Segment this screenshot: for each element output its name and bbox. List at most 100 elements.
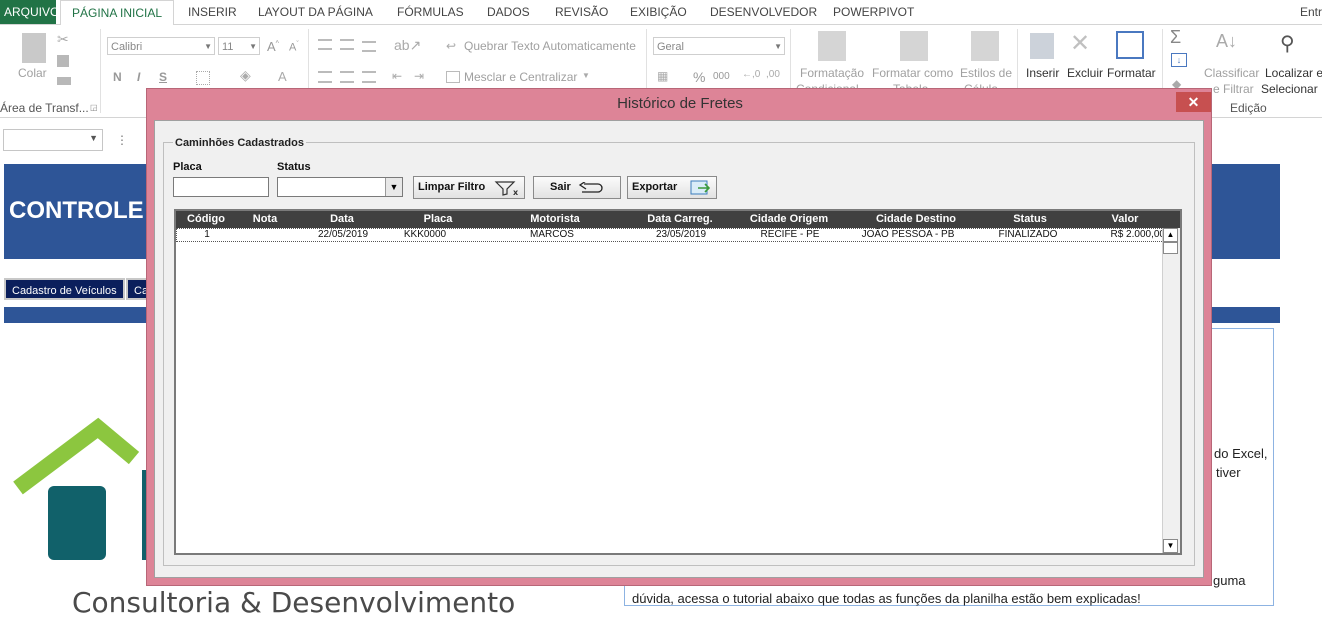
format-table-icon[interactable] xyxy=(900,31,928,61)
clear-filter-button[interactable]: Limpar Filtro x xyxy=(413,176,525,199)
align-right-icon[interactable] xyxy=(362,71,376,83)
tab-review[interactable]: REVISÃO xyxy=(555,0,608,24)
dialog-launcher-icon[interactable]: ◲ xyxy=(90,103,98,112)
dialog-title: Histórico de Fretes xyxy=(617,95,743,112)
tab-home[interactable]: PÁGINA INICIAL xyxy=(60,0,174,26)
cell-styles-button[interactable]: Estilos de xyxy=(960,66,1012,80)
chevron-down-icon[interactable]: ▼ xyxy=(582,71,590,80)
column-header-data-carreg: Data Carreg. xyxy=(647,213,713,225)
sheet-text-2: tiver xyxy=(1216,465,1241,480)
copy-icon[interactable] xyxy=(57,55,69,67)
decrease-indent-icon[interactable]: ⇤ xyxy=(392,69,402,83)
align-bottom-icon[interactable] xyxy=(362,41,376,52)
paste-label[interactable]: Colar xyxy=(18,66,47,80)
font-size-combo[interactable]: 11 ▼ xyxy=(218,37,260,55)
tab-data[interactable]: DADOS xyxy=(487,0,530,24)
tab-view[interactable]: EXIBIÇÃO xyxy=(630,0,687,24)
currency-icon[interactable]: ▦ xyxy=(657,69,668,83)
chevron-down-icon: ▼ xyxy=(249,42,257,51)
sign-in-link[interactable]: Entr xyxy=(1300,0,1322,24)
cell-styles-icon[interactable] xyxy=(971,31,999,61)
tab-powerpivot[interactable]: POWERPIVOT xyxy=(833,0,914,24)
vertical-scrollbar[interactable]: ▲ ▼ xyxy=(1162,228,1180,553)
paste-icon[interactable] xyxy=(22,33,46,63)
find-select-icon[interactable]: ⚲ xyxy=(1280,31,1295,56)
increase-indent-icon[interactable]: ⇥ xyxy=(414,69,424,83)
placa-input[interactable] xyxy=(173,177,269,197)
fill-icon[interactable]: ↓ xyxy=(1171,53,1187,67)
column-header-status: Status xyxy=(1013,213,1047,225)
autosum-icon[interactable]: Σ xyxy=(1170,27,1181,48)
export-button[interactable]: Exportar xyxy=(627,176,717,199)
tab-formulas[interactable]: FÓRMULAS xyxy=(397,0,464,24)
grow-font-icon[interactable]: A^ xyxy=(267,39,279,54)
table-row[interactable]: 1 22/05/2019 KKK0000 MARCOS 23/05/2019 R… xyxy=(176,228,1166,242)
font-color-icon[interactable]: A xyxy=(278,69,287,84)
wrap-text-button[interactable]: Quebrar Texto Automaticamente xyxy=(464,39,636,53)
format-cells-button[interactable]: Formatar xyxy=(1107,66,1156,80)
back-arrow-icon xyxy=(578,182,603,193)
tab-file[interactable]: ARQUIVO xyxy=(0,0,59,24)
chevron-down-icon: ▼ xyxy=(204,42,212,51)
sort-filter-button[interactable]: Classificar xyxy=(1204,66,1259,80)
scroll-up-arrow-icon[interactable]: ▲ xyxy=(1163,228,1178,242)
bold-button[interactable]: N xyxy=(113,70,122,84)
italic-button[interactable]: I xyxy=(137,70,140,84)
cell-nota xyxy=(237,229,295,241)
vehicles-register-button[interactable]: Cadastro de Veículos xyxy=(4,278,125,300)
merge-icon[interactable] xyxy=(446,71,460,83)
format-painter-icon[interactable] xyxy=(57,77,71,85)
exit-button[interactable]: Sair xyxy=(533,176,621,199)
status-select[interactable]: ▼ xyxy=(277,177,403,197)
chevron-down-icon: ▼ xyxy=(774,42,782,51)
increase-decimal-icon[interactable]: ←,0 xyxy=(742,69,760,80)
cell-valor: R$ 2.000,00 xyxy=(1110,229,1166,240)
fill-color-icon[interactable]: ◈ xyxy=(240,67,251,84)
scroll-thumb[interactable] xyxy=(1163,242,1178,254)
shrink-font-icon[interactable]: Aˇ xyxy=(289,41,299,54)
format-table-button[interactable]: Formatar como xyxy=(872,66,953,80)
conditional-format-icon[interactable] xyxy=(818,31,846,61)
tab-insert[interactable]: INSERIR xyxy=(188,0,237,24)
align-center-icon[interactable] xyxy=(340,71,354,83)
percent-button[interactable]: % xyxy=(693,69,705,85)
cut-icon[interactable]: ✂ xyxy=(57,31,69,48)
column-header-placa: Placa xyxy=(423,213,453,225)
insert-cells-button[interactable]: Inserir xyxy=(1026,66,1059,80)
logo-block xyxy=(48,486,106,560)
scroll-down-arrow-icon[interactable]: ▼ xyxy=(1163,539,1178,553)
thousands-button[interactable]: 000 xyxy=(713,71,730,82)
tab-developer[interactable]: DESENVOLVEDOR xyxy=(710,0,817,24)
freight-listbox[interactable]: Código Nota Data Placa Motorista Data Ca… xyxy=(174,209,1182,555)
align-top-icon[interactable] xyxy=(318,39,332,50)
wrap-text-icon[interactable]: ↩ xyxy=(446,39,456,53)
merge-center-button[interactable]: Mesclar e Centralizar xyxy=(464,70,577,84)
column-header-data: Data xyxy=(330,213,354,225)
close-button[interactable]: ✕ xyxy=(1176,92,1211,112)
borders-icon[interactable] xyxy=(196,71,210,85)
sort-filter-button-2[interactable]: e Filtrar xyxy=(1213,82,1254,96)
format-cells-icon[interactable] xyxy=(1116,31,1144,59)
orientation-icon[interactable]: ab↗ xyxy=(394,37,421,54)
align-middle-icon[interactable] xyxy=(340,39,354,50)
conditional-format-button[interactable]: Formatação xyxy=(800,66,864,80)
cell-motorista: MARCOS xyxy=(530,229,574,240)
underline-button[interactable]: S xyxy=(159,70,167,84)
insert-cells-icon[interactable] xyxy=(1030,33,1054,59)
tab-page-layout[interactable]: LAYOUT DA PÁGINA xyxy=(258,0,373,24)
banner-title: CONTROLE D xyxy=(9,197,168,224)
decrease-decimal-icon[interactable]: ,00 xyxy=(766,69,780,80)
align-left-icon[interactable] xyxy=(318,71,332,83)
sort-filter-icon[interactable]: A↓ xyxy=(1216,31,1237,52)
delete-cells-button[interactable]: Excluir xyxy=(1067,66,1103,80)
freight-history-dialog: Histórico de Fretes ✕ Caminhões Cadastra… xyxy=(146,88,1212,586)
font-name-combo[interactable]: Calibri ▼ xyxy=(107,37,215,55)
find-select-button[interactable]: Localizar e xyxy=(1265,66,1322,80)
cell-codigo: 1 xyxy=(204,229,210,240)
number-format-combo[interactable]: Geral ▼ xyxy=(653,37,785,55)
chevron-down-icon[interactable]: ▼ xyxy=(385,178,402,196)
name-box[interactable]: ▼ xyxy=(3,129,103,151)
clear-filter-icon: x xyxy=(494,181,519,196)
delete-cells-icon[interactable]: ✕ xyxy=(1070,31,1096,57)
find-select-button-2[interactable]: Selecionar xyxy=(1261,82,1318,96)
